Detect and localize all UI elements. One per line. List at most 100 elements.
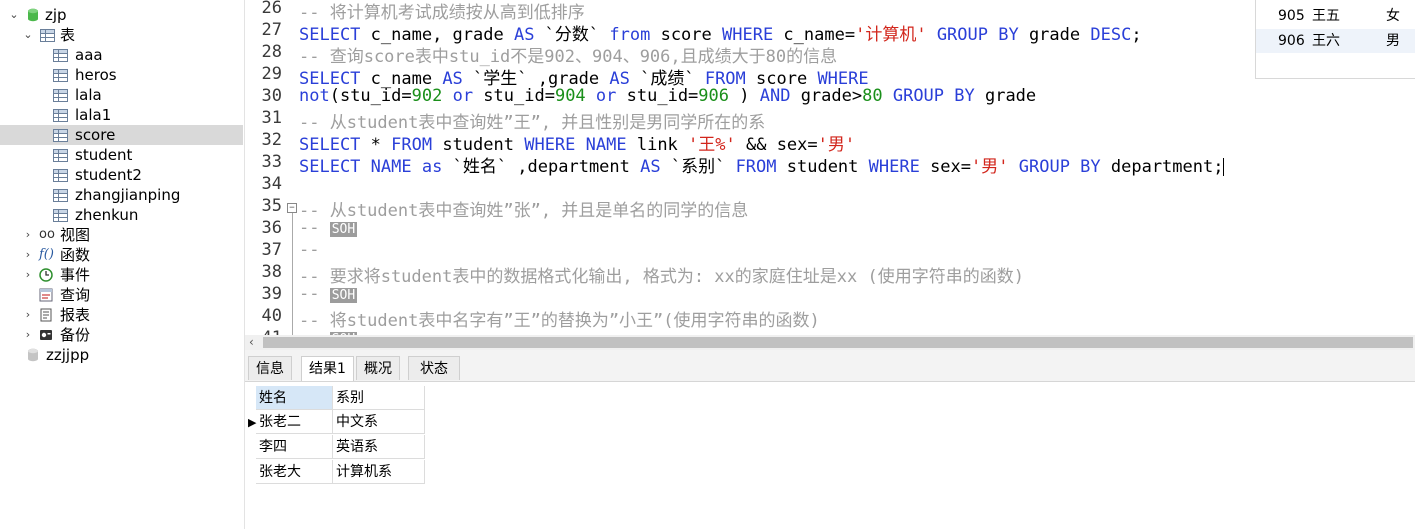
table-cell-name[interactable]: 李四: [256, 435, 333, 459]
chevron-right-icon[interactable]: ›: [22, 245, 34, 265]
tab-result1[interactable]: 结果1: [301, 356, 354, 381]
tree-node-reports[interactable]: › 报表: [0, 305, 243, 325]
table-cell-department[interactable]: 中文系: [333, 410, 425, 434]
tree-node-table-zhangjianping[interactable]: zhangjianping: [0, 185, 243, 205]
scrollbar-thumb[interactable]: [263, 337, 1413, 348]
tree-node-table-score[interactable]: score: [0, 125, 243, 145]
table-icon: [40, 29, 55, 42]
tree-node-views[interactable]: › oo 视图: [0, 225, 243, 245]
reports-label: 报表: [60, 306, 91, 324]
cell-sex: 女: [1386, 8, 1400, 24]
object-tree-sidebar: ⌄ zjp ⌄ 表 › oo 视图 › f() 函数 › 事件 查询 › 报表 …: [0, 0, 245, 529]
code-token: -- 将student表中名字有”王”的替换为”小王”(使用字符串的函数): [299, 311, 820, 331]
tab-overview[interactable]: 概况: [356, 356, 400, 380]
code-line[interactable]: -- 将student表中名字有”王”的替换为”小王”(使用字符串的函数): [299, 306, 820, 331]
line-number: 29: [261, 64, 282, 84]
function-icon: f(): [39, 247, 54, 262]
cell-name: 王五: [1312, 8, 1340, 24]
code-line[interactable]: -- SOH: [299, 284, 358, 304]
tree-node-connection-zzjjpp[interactable]: zzjjpp: [0, 345, 243, 365]
line-number: 28: [261, 42, 282, 62]
table-label: lala: [75, 86, 102, 104]
table-cell-name[interactable]: 张老大: [256, 460, 333, 484]
control-char-badge: SOH: [329, 288, 358, 303]
tree-node-queries[interactable]: 查询: [0, 285, 243, 305]
connection-label: zzjjpp: [46, 346, 90, 364]
code-token: NAME: [370, 157, 412, 177]
code-token: WHERE: [868, 157, 920, 177]
code-token: department;: [1100, 157, 1224, 177]
views-label: 视图: [60, 226, 91, 244]
chevron-right-icon[interactable]: ›: [22, 225, 34, 245]
tree-node-functions[interactable]: › f() 函数: [0, 245, 243, 265]
chevron-right-icon[interactable]: ›: [22, 325, 34, 345]
line-number: 35: [261, 196, 282, 216]
tree-node-table-lala[interactable]: lala: [0, 85, 243, 105]
column-header-department[interactable]: 系别: [333, 386, 425, 410]
query-icon: [39, 288, 53, 302]
cell-sex: 男: [1386, 33, 1400, 49]
result-grid[interactable]: 姓名 系别 ▶ 张老二 中文系 李四 英语系 张老大 计算机系: [245, 382, 1415, 529]
code-token: sex=: [919, 157, 972, 177]
code-token: AS: [640, 157, 661, 177]
line-number: 26: [261, 0, 282, 18]
table-row[interactable]: 906 王六 男: [1256, 29, 1415, 53]
tree-node-table-lala1[interactable]: lala1: [0, 105, 243, 125]
tree-node-table-zhenkun[interactable]: zhenkun: [0, 205, 243, 225]
tree-node-table-student2[interactable]: student2: [0, 165, 243, 185]
chevron-down-icon[interactable]: ⌄: [22, 25, 34, 45]
code-line[interactable]: -- 要求将student表中的数据格式化输出, 格式为: xx的家庭住址是xx…: [299, 262, 1024, 287]
table-row[interactable]: 905 王五 女: [1256, 4, 1415, 28]
chevron-right-icon[interactable]: ›: [22, 265, 34, 285]
editor-horizontal-scrollbar[interactable]: ‹: [245, 335, 1415, 350]
tree-node-table-student[interactable]: student: [0, 145, 243, 165]
table-label: student: [75, 146, 133, 164]
code-line[interactable]: not(stu_id=902 or stu_id=904 or stu_id=9…: [299, 86, 1036, 106]
table-cell-department[interactable]: 计算机系: [333, 460, 425, 484]
report-icon: [40, 308, 52, 322]
floating-result-grid: 905 王五 女 906 王六 男: [1255, 0, 1415, 79]
code-token: 906: [698, 86, 730, 106]
code-line[interactable]: -- SOH: [299, 218, 358, 238]
table-label: zhenkun: [75, 206, 139, 224]
cell-name: 王六: [1312, 33, 1340, 49]
code-token: (stu_id=: [329, 86, 412, 106]
code-token: '计算机': [855, 25, 927, 45]
tree-node-connection-zjp[interactable]: ⌄ zjp: [0, 5, 243, 25]
line-number: 30: [261, 86, 282, 106]
table-cell-name[interactable]: 张老二: [256, 410, 333, 434]
code-token: GROUP BY: [936, 25, 1019, 45]
tree-node-table-aaa[interactable]: aaa: [0, 45, 243, 65]
tree-node-tables[interactable]: ⌄ 表: [0, 25, 243, 45]
code-token: 80: [862, 86, 883, 106]
code-token: grade: [1018, 25, 1091, 45]
tree-node-table-heros[interactable]: heros: [0, 65, 243, 85]
code-token: --: [299, 284, 330, 304]
table-label: score: [75, 126, 116, 144]
chevron-right-icon[interactable]: ›: [22, 305, 34, 325]
table-cell-department[interactable]: 英语系: [333, 435, 425, 459]
code-token: as: [421, 157, 443, 177]
code-line[interactable]: --: [299, 240, 319, 260]
line-number: 34: [261, 174, 282, 194]
code-token: GROUP BY: [892, 86, 975, 106]
line-number: 40: [261, 306, 282, 326]
code-token: or: [595, 86, 617, 106]
chevron-down-icon[interactable]: ⌄: [8, 5, 20, 25]
column-header-name[interactable]: 姓名: [256, 386, 333, 410]
code-line[interactable]: SELECT NAME as `姓名` ,department AS `系别` …: [299, 152, 1225, 177]
tree-node-events[interactable]: › 事件: [0, 265, 243, 285]
scroll-left-arrow-icon[interactable]: ‹: [249, 335, 254, 350]
code-token: --: [299, 218, 330, 238]
tab-info[interactable]: 信息: [248, 356, 292, 380]
tree-node-backup[interactable]: › 备份: [0, 325, 243, 345]
line-number: 31: [261, 108, 282, 128]
tab-status[interactable]: 状态: [408, 356, 460, 380]
tables-group-label: 表: [60, 26, 76, 44]
fold-toggle-icon[interactable]: −: [287, 203, 297, 213]
code-line[interactable]: -- 从student表中查询姓”张”, 并且是单名的同学的信息: [299, 196, 748, 221]
table-icon: [53, 69, 68, 82]
sql-editor[interactable]: 26 -- 将计算机考试成绩按从高到低排序 27 SELECT c_name, gra…: [245, 0, 1415, 336]
code-token: `系别`: [660, 157, 736, 177]
